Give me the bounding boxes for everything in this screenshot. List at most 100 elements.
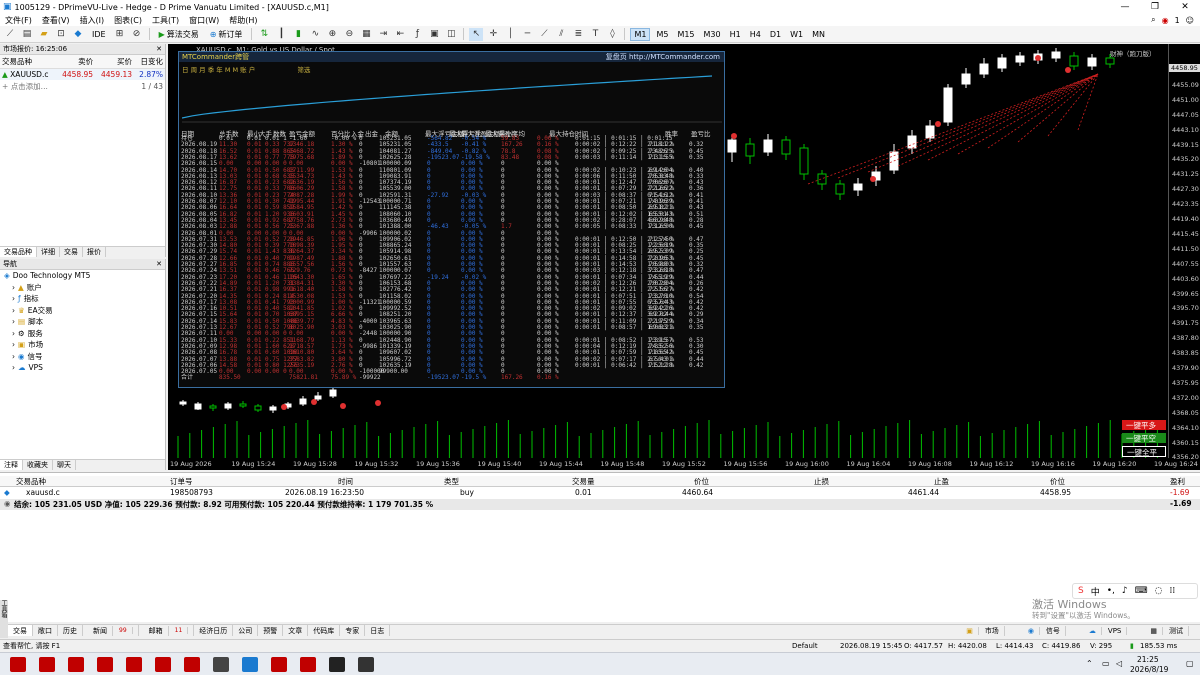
add-symbol-row[interactable]: + 点击添加... 1 / 43 bbox=[0, 80, 165, 93]
app-edge-icon[interactable] bbox=[242, 657, 258, 672]
tab-news[interactable]: 新闻 99 bbox=[83, 625, 139, 636]
col-current-price[interactable]: 价位 bbox=[1050, 476, 1065, 487]
vps-link[interactable]: ☁ VPS bbox=[1079, 626, 1132, 635]
bar-chart-icon[interactable]: ┃ bbox=[274, 28, 288, 41]
tab-symbols[interactable]: 交易品种 bbox=[0, 247, 37, 257]
app-mt5-icon[interactable] bbox=[184, 657, 200, 672]
fibonacci-icon[interactable]: ≣ bbox=[571, 28, 585, 41]
app-qq-icon[interactable] bbox=[358, 657, 374, 672]
tab-chat[interactable]: 聊天 bbox=[53, 460, 76, 470]
col-time[interactable]: 时间 bbox=[338, 476, 353, 487]
col-change[interactable]: 日变化 bbox=[134, 55, 165, 69]
tab-trading[interactable]: 交易 bbox=[60, 247, 83, 257]
tab-journal[interactable]: 日志 bbox=[365, 625, 391, 636]
profiles-icon[interactable]: ▤ bbox=[20, 28, 34, 41]
app-mt5-icon[interactable] bbox=[155, 657, 171, 672]
algo-trading-button[interactable]: ▶ 算法交易 bbox=[155, 28, 203, 41]
signals-link[interactable]: ◉ 信号 bbox=[1018, 625, 1071, 636]
tf-h1[interactable]: H1 bbox=[727, 28, 744, 41]
chart-icon[interactable]: ⟋ bbox=[3, 28, 17, 41]
table-row[interactable]: ◆ xauusd.c 198508793 2026.08.19 16:23:50… bbox=[0, 488, 1200, 499]
col-sl[interactable]: 止损 bbox=[814, 476, 829, 487]
col-type[interactable]: 类型 bbox=[444, 476, 459, 487]
crosshair-icon[interactable]: ✛ bbox=[486, 28, 500, 41]
nav-item-services[interactable]: › ⚙ 服务 bbox=[0, 328, 165, 340]
col-symbol[interactable]: 交易品种 bbox=[0, 55, 57, 69]
ime-mode[interactable]: 中 bbox=[1091, 585, 1100, 598]
menu-insert[interactable]: 插入(I) bbox=[75, 15, 110, 26]
taskbar-date[interactable]: 2026/8/19 bbox=[1130, 665, 1168, 674]
position-tp[interactable]: 4461.44 bbox=[908, 488, 939, 497]
tf-m30[interactable]: M30 bbox=[701, 28, 724, 41]
tab-history[interactable]: 历史 bbox=[58, 625, 83, 636]
folder-icon[interactable]: ▰ bbox=[37, 28, 51, 41]
col-ticket[interactable]: 订单号 bbox=[170, 476, 193, 487]
tester-link[interactable]: ▦ 测试 bbox=[1140, 625, 1194, 636]
tab-comments[interactable]: 注释 bbox=[0, 460, 23, 470]
menu-view[interactable]: 查看(V) bbox=[37, 15, 75, 26]
zoom-out-icon[interactable]: ⊖ bbox=[342, 28, 356, 41]
col-symbol[interactable]: 交易品种 bbox=[16, 476, 46, 487]
network-icon[interactable]: ▭ bbox=[1102, 659, 1110, 668]
status-profile[interactable]: Default bbox=[792, 642, 818, 650]
tab-trade[interactable]: 交易 bbox=[8, 625, 33, 636]
screenshot-icon[interactable]: ◫ bbox=[444, 28, 458, 41]
nav-item-scripts[interactable]: › ▤ 脚本 bbox=[0, 316, 165, 328]
nav-item-accounts[interactable]: › ▲ 账户 bbox=[0, 282, 165, 294]
channel-icon[interactable]: ⫽ bbox=[554, 28, 568, 41]
close-button[interactable]: ✕ bbox=[1170, 2, 1200, 12]
time-axis[interactable]: 19 Aug 2026 19 Aug 15:24 19 Aug 15:28 19 Au… bbox=[168, 460, 1198, 470]
tab-experts[interactable]: 专家 bbox=[340, 625, 366, 636]
zoom-in-icon[interactable]: ⊕ bbox=[325, 28, 339, 41]
volume-icon[interactable]: ◁ bbox=[1116, 659, 1122, 668]
taskbar-time[interactable]: 21:25 bbox=[1137, 655, 1159, 664]
tf-d1[interactable]: D1 bbox=[767, 28, 784, 41]
close-icon[interactable]: ✕ bbox=[156, 260, 162, 268]
app-kk-icon[interactable] bbox=[329, 657, 345, 672]
col-volume[interactable]: 交易量 bbox=[572, 476, 595, 487]
notification-center-icon[interactable]: ▢ bbox=[1186, 659, 1194, 668]
punctuation-icon[interactable]: •, bbox=[1107, 586, 1115, 596]
col-ask[interactable]: 买价 bbox=[95, 55, 135, 69]
cursor-icon[interactable]: ↖ bbox=[469, 27, 484, 41]
tf-m1[interactable]: M1 bbox=[630, 27, 651, 41]
nav-item-market[interactable]: › ▣ 市场 bbox=[0, 339, 165, 351]
app-mt5-icon[interactable] bbox=[300, 657, 316, 672]
close-short-button[interactable]: 一键平空 bbox=[1122, 433, 1166, 443]
tab-ticks[interactable]: 报价 bbox=[83, 247, 106, 257]
tray-arrow-icon[interactable]: ⌃ bbox=[1086, 659, 1093, 668]
table-row[interactable]: ▲ XAUUSD.c 4458.95 4459.13 2.87% bbox=[0, 68, 165, 80]
tab-favorites[interactable]: 收藏夹 bbox=[23, 460, 53, 470]
line-chart-icon[interactable]: ∿ bbox=[308, 28, 322, 41]
app-mt5-icon[interactable] bbox=[68, 657, 84, 672]
tab-exposure[interactable]: 敞口 bbox=[33, 625, 58, 636]
tab-calendar[interactable]: 经济日历 bbox=[194, 625, 234, 636]
ime-logo-icon[interactable]: S bbox=[1078, 586, 1084, 596]
one-click-icon[interactable]: ⇅ bbox=[257, 28, 271, 41]
tab-mailbox[interactable]: 邮箱 11 bbox=[139, 625, 195, 636]
toolbox-side-label[interactable]: 工具箱 bbox=[0, 600, 8, 638]
grid-icon[interactable]: ▦ bbox=[359, 28, 373, 41]
tab-codebase[interactable]: 代码库 bbox=[308, 625, 341, 636]
templates-icon[interactable]: ▣ bbox=[427, 28, 441, 41]
app-mt5-icon[interactable] bbox=[10, 657, 26, 672]
close-long-button[interactable]: 一键平多 bbox=[1122, 420, 1166, 430]
market-link[interactable]: ▣ 市场 bbox=[956, 625, 1010, 636]
nav-item-indicators[interactable]: › ƒ 指标 bbox=[0, 293, 165, 305]
nav-item-vps[interactable]: › ☁ VPS bbox=[0, 362, 165, 374]
microphone-icon[interactable]: ♪ bbox=[1122, 586, 1128, 596]
menu-help[interactable]: 帮助(H) bbox=[224, 15, 262, 26]
indicators-icon[interactable]: ƒ bbox=[410, 28, 424, 41]
skin-icon[interactable]: ◌ bbox=[1155, 586, 1163, 596]
menu-file[interactable]: 文件(F) bbox=[0, 15, 37, 26]
tab-company[interactable]: 公司 bbox=[233, 625, 259, 636]
horizontal-line-icon[interactable]: ─ bbox=[520, 28, 534, 41]
search-icon[interactable]: ⌕ bbox=[1151, 15, 1155, 25]
new-order-button[interactable]: ⊕ 新订单 bbox=[206, 28, 247, 41]
maximize-button[interactable]: ❐ bbox=[1140, 2, 1170, 12]
tab-alerts[interactable]: 预警 bbox=[258, 625, 284, 636]
nav-root[interactable]: ◈ Doo Technology MT5 bbox=[0, 270, 165, 282]
tab-details[interactable]: 详细 bbox=[37, 247, 60, 257]
notification-icon[interactable]: ◉ bbox=[1162, 16, 1169, 25]
menu-tools[interactable]: 工具(T) bbox=[147, 15, 184, 26]
